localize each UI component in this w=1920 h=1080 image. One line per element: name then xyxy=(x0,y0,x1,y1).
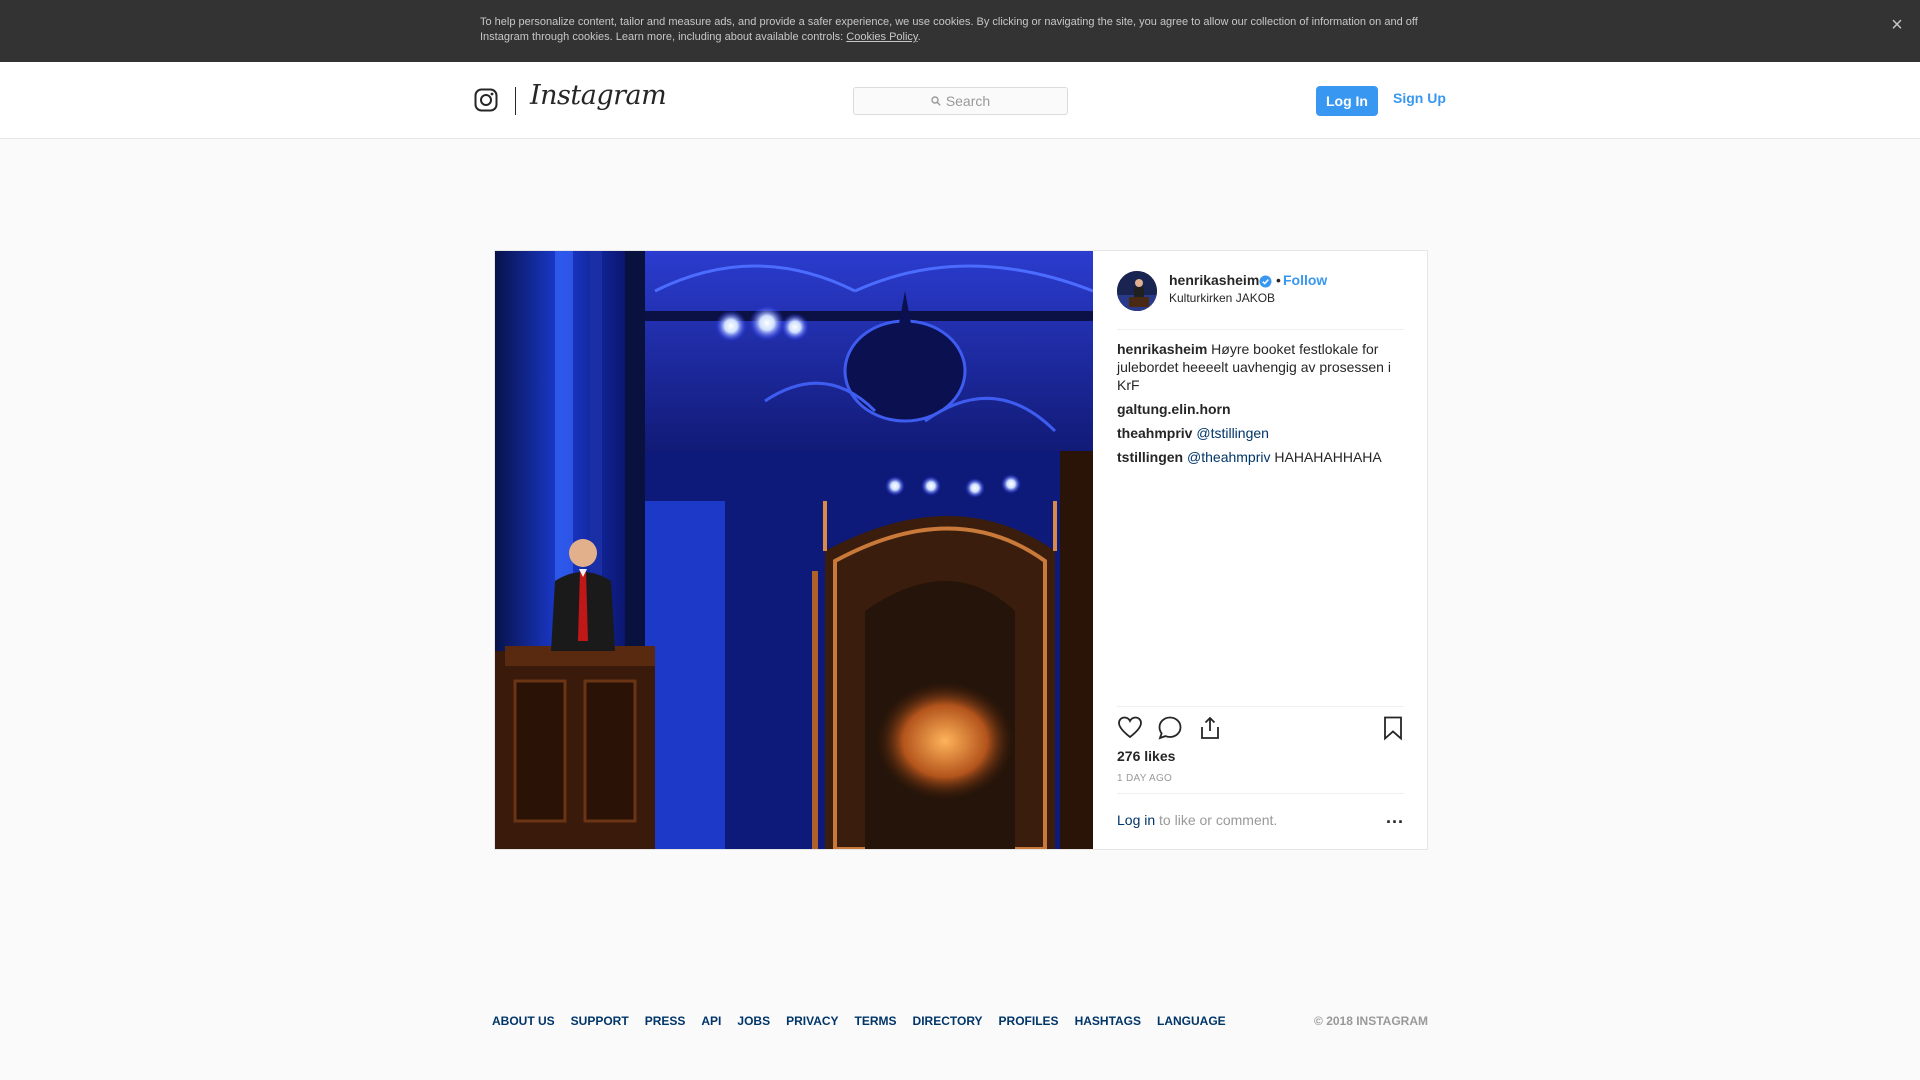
top-navigation: Instagram Search Log In Sign Up xyxy=(0,62,1920,139)
post-sidebar: henrikasheim • Follow Kulturkirken JAKOB… xyxy=(1093,251,1427,849)
footer-link-about-us[interactable]: ABOUT US xyxy=(492,1014,555,1028)
copyright: © 2018 INSTAGRAM xyxy=(1314,1014,1428,1028)
comment-username[interactable]: galtung.elin.horn xyxy=(1117,401,1231,417)
avatar[interactable] xyxy=(1117,271,1157,311)
cookie-text: To help personalize content, tailor and … xyxy=(480,16,1418,43)
post-timestamp[interactable]: 1 DAY AGO xyxy=(1117,773,1172,784)
comment: galtung.elin.horn xyxy=(1117,400,1407,418)
signup-link[interactable]: Sign Up xyxy=(1393,90,1446,106)
footer-link-jobs[interactable]: JOBS xyxy=(737,1014,770,1028)
comment-username[interactable]: theahmpriv xyxy=(1117,425,1192,441)
verified-badge-icon xyxy=(1259,275,1272,288)
footer-link-privacy[interactable]: PRIVACY xyxy=(786,1014,838,1028)
comment-list: henrikasheim Høyre booket festlokale for… xyxy=(1117,340,1407,472)
heart-icon[interactable] xyxy=(1117,715,1143,741)
footer-link-terms[interactable]: TERMS xyxy=(855,1014,897,1028)
divider xyxy=(1117,793,1404,794)
cookie-banner: To help personalize content, tailor and … xyxy=(0,0,1920,62)
comment-mention[interactable]: @theahmpriv xyxy=(1187,449,1270,465)
post-location[interactable]: Kulturkirken JAKOB xyxy=(1169,291,1275,305)
comment: tstillingen @theahmpriv HAHAHAHHAHA xyxy=(1117,448,1407,466)
instagram-glyph-icon[interactable] xyxy=(474,88,498,112)
footer-link-press[interactable]: PRESS xyxy=(645,1014,686,1028)
post-photo[interactable] xyxy=(495,251,1093,849)
like-count[interactable]: 276 likes xyxy=(1117,748,1175,764)
separator-dot: • xyxy=(1276,272,1281,288)
footer-links: ABOUT US SUPPORT PRESS API JOBS PRIVACY … xyxy=(492,1014,1226,1028)
comment: theahmpriv @tstillingen xyxy=(1117,424,1407,442)
comment-text: HAHAHAHHAHA xyxy=(1270,449,1382,465)
divider xyxy=(1117,706,1404,707)
post-card: henrikasheim • Follow Kulturkirken JAKOB… xyxy=(494,250,1428,850)
follow-button[interactable]: Follow xyxy=(1283,272,1327,288)
comment-username[interactable]: henrikasheim xyxy=(1117,341,1207,357)
instagram-wordmark[interactable]: Instagram xyxy=(530,80,667,111)
church-concert-photo xyxy=(495,251,1093,849)
login-suffix: to like or comment. xyxy=(1155,812,1278,828)
footer-link-profiles[interactable]: PROFILES xyxy=(999,1014,1059,1028)
comment-username[interactable]: tstillingen xyxy=(1117,449,1183,465)
more-icon[interactable]: ... xyxy=(1385,808,1405,831)
close-icon[interactable]: × xyxy=(1886,14,1908,36)
footer-link-directory[interactable]: DIRECTORY xyxy=(913,1014,983,1028)
cookies-policy-link[interactable]: Cookies Policy xyxy=(846,31,917,43)
comment-mention[interactable]: @tstillingen xyxy=(1196,425,1269,441)
search-placeholder: Search xyxy=(945,93,991,109)
post-username[interactable]: henrikasheim xyxy=(1169,272,1259,288)
share-icon[interactable] xyxy=(1197,715,1223,741)
footer-link-api[interactable]: API xyxy=(701,1014,721,1028)
search-input[interactable]: Search xyxy=(853,87,1068,115)
login-to-comment: Log in to like or comment. xyxy=(1117,812,1277,828)
footer-link-support[interactable]: SUPPORT xyxy=(571,1014,629,1028)
comment-icon[interactable] xyxy=(1157,715,1183,741)
footer-link-language[interactable]: LANGUAGE xyxy=(1157,1014,1226,1028)
cookie-message: To help personalize content, tailor and … xyxy=(480,16,1418,43)
search-icon xyxy=(931,96,941,106)
footer-link-hashtags[interactable]: HASHTAGS xyxy=(1075,1014,1141,1028)
caption: henrikasheim Høyre booket festlokale for… xyxy=(1117,340,1407,394)
logo-divider xyxy=(515,87,516,115)
divider xyxy=(1117,329,1404,330)
login-link[interactable]: Log in xyxy=(1117,812,1155,828)
bookmark-icon[interactable] xyxy=(1380,715,1406,741)
post-actions xyxy=(1117,715,1404,745)
login-button[interactable]: Log In xyxy=(1316,86,1378,116)
footer: ABOUT US SUPPORT PRESS API JOBS PRIVACY … xyxy=(492,1014,1428,1030)
